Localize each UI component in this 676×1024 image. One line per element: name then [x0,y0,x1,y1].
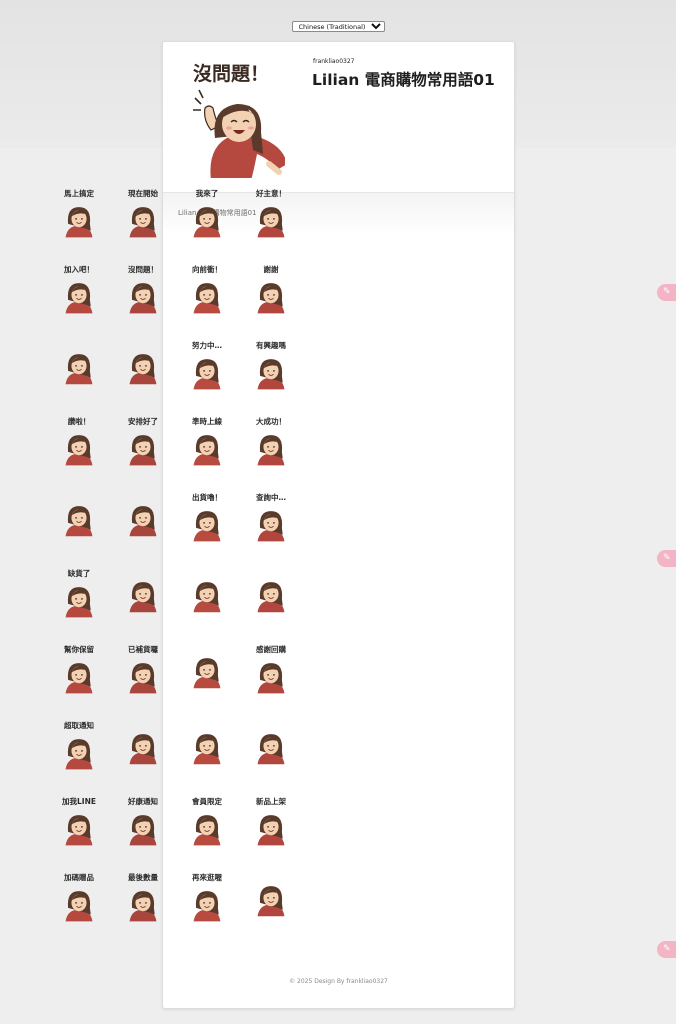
sticker-caption: 再來逛喔 [192,873,222,882]
sticker-caption: 有興趣嗎 [256,341,286,350]
sticker-item[interactable]: 準時上線 [175,412,239,488]
translate-icon[interactable]: ✎ [657,550,676,567]
sticker-caption: 會員限定 [192,797,222,806]
sticker-item[interactable] [47,336,111,412]
language-select-wrap: Chinese (Traditional) [0,14,676,33]
pack-title: Lilian 電商購物常用語01 [312,71,495,89]
sticker-item[interactable] [111,488,175,564]
sticker-image [129,354,157,385]
sticker-item[interactable]: 沒問題！ [111,260,175,336]
sticker-item[interactable]: 讚啦！ [47,412,111,488]
sticker-item[interactable]: 馬上搞定 [47,184,111,260]
sticker-item[interactable] [175,564,239,640]
sticker-item[interactable]: 再來逛喔 [175,868,239,944]
sticker-caption: 安排好了 [128,417,158,426]
sticker-item[interactable]: 安排好了 [111,412,175,488]
sticker-caption: 向前衝！ [192,265,222,274]
sticker-caption: 好主意！ [256,189,286,198]
sticker-item[interactable]: 超取通知 [47,716,111,792]
pack-header: 沒問題！ frankliao0327 Lilian 電商購物常用語01 [163,42,514,193]
sticker-item[interactable] [111,716,175,792]
sticker-caption: 謝謝 [263,265,279,274]
sticker-item[interactable] [111,336,175,412]
sticker-caption: 沒問題！ [128,265,158,274]
sticker-item[interactable]: 加我LINE [47,792,111,868]
sticker-item[interactable]: 向前衝！ [175,260,239,336]
sticker-caption: 現在開始 [128,189,158,198]
sticker-image [193,582,221,613]
sticker-item[interactable]: 加入吧！ [47,260,111,336]
sticker-image [193,734,221,765]
sticker-grid: 馬上搞定 現在開始 我來了 好主意！ 加入吧！ 沒問題！ 向前衝！ 謝謝努力中… 有興趣嗎讚啦！… [47,184,303,944]
sticker-item[interactable] [239,564,303,640]
sticker-image [257,734,285,765]
sticker-caption: 缺貨了 [67,569,91,578]
sticker-image [193,658,221,689]
sticker-item[interactable]: 最後數量 [111,868,175,944]
sticker-item[interactable]: 好主意！ [239,184,303,260]
sticker-caption: 好康通知 [128,797,158,806]
sticker-item[interactable]: 大成功！ [239,412,303,488]
sticker-item[interactable] [47,488,111,564]
sticker-image [65,354,93,385]
sticker-caption: 準時上線 [192,417,222,426]
sticker-item[interactable]: 努力中… [175,336,239,412]
sticker-item[interactable]: 我來了 [175,184,239,260]
sticker-caption: 馬上搞定 [64,189,94,198]
sticker-item[interactable] [239,868,303,944]
sticker-caption: 已補貨囉 [128,645,158,654]
sticker-item[interactable]: 會員限定 [175,792,239,868]
sticker-caption: 感謝回購 [256,645,286,654]
sticker-item[interactable] [175,716,239,792]
sticker-item[interactable]: 幫你保留 [47,640,111,716]
sticker-item[interactable] [239,716,303,792]
sticker-item[interactable]: 謝謝 [239,260,303,336]
sticker-image [257,886,285,917]
sticker-caption: 新品上架 [256,797,286,806]
hero-caption: 沒問題！ [193,62,269,85]
sticker-image [257,582,285,613]
main-sticker-image: 沒問題！ [193,62,285,178]
sticker-caption: 讚啦！ [67,417,91,426]
sticker-item[interactable]: 有興趣嗎 [239,336,303,412]
sticker-item[interactable]: 已補貨囉 [111,640,175,716]
language-select[interactable]: Chinese (Traditional) [291,21,385,32]
sticker-item[interactable]: 現在開始 [111,184,175,260]
sticker-item[interactable]: 出貨嚕！ [175,488,239,564]
sticker-caption: 幫你保留 [64,645,94,654]
sticker-item[interactable]: 好康通知 [111,792,175,868]
sticker-item[interactable] [111,564,175,640]
sticker-item[interactable]: 查詢中… [239,488,303,564]
sticker-image [129,734,157,765]
author-name[interactable]: frankliao0327 [313,58,354,65]
sticker-caption: 加我LINE [62,797,96,806]
sticker-item[interactable]: 加碼贈品 [47,868,111,944]
sticker-item[interactable]: 缺貨了 [47,564,111,640]
sticker-image [65,506,93,537]
sticker-caption: 出貨嚕！ [192,493,222,502]
sticker-image [129,506,157,537]
footer-credit: © 2025 Design By frankliao0327 [289,978,388,985]
sticker-caption: 加碼贈品 [64,873,94,882]
sticker-caption: 加入吧！ [64,265,94,274]
sticker-caption: 最後數量 [128,873,158,882]
sticker-item[interactable]: 新品上架 [239,792,303,868]
sticker-image [129,582,157,613]
sticker-caption: 超取通知 [64,721,94,730]
sticker-caption: 努力中… [192,341,222,350]
sticker-caption: 查詢中… [256,493,286,502]
sticker-item[interactable] [175,640,239,716]
sticker-caption: 我來了 [195,189,219,198]
sticker-caption: 大成功！ [256,417,286,426]
translate-icon[interactable]: ✎ [657,284,676,301]
sticker-item[interactable]: 感謝回購 [239,640,303,716]
translate-icon[interactable]: ✎ [657,941,676,958]
